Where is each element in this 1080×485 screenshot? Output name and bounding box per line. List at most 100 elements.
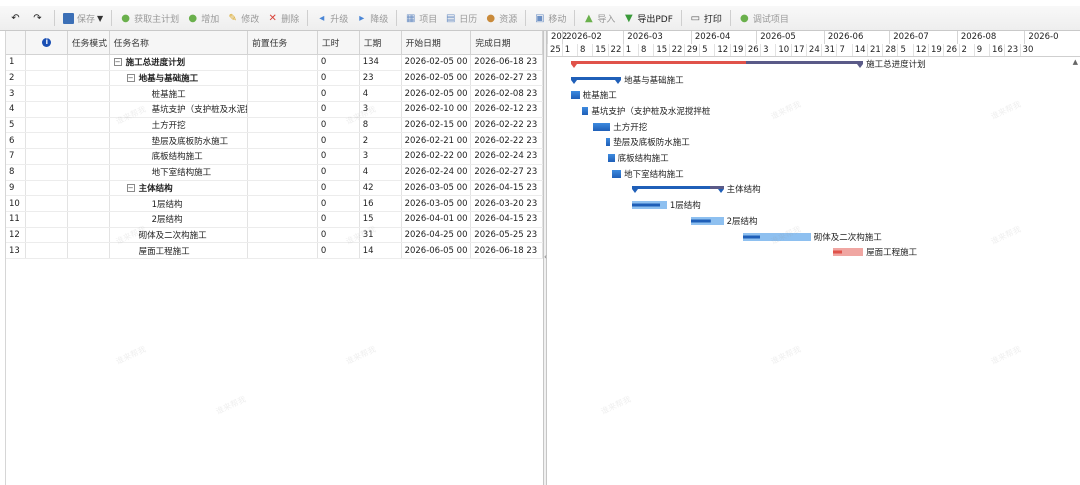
- resource-button[interactable]: ● 资源: [481, 8, 521, 28]
- import-button[interactable]: ▲ 导入: [579, 8, 619, 28]
- row-task-name[interactable]: 底板结构施工: [110, 149, 249, 164]
- row-work[interactable]: 0: [318, 55, 360, 70]
- row-duration[interactable]: 16: [360, 196, 402, 211]
- row-task-mode[interactable]: [68, 227, 110, 243]
- print-button[interactable]: ▭ 打印: [686, 8, 726, 28]
- row-work[interactable]: 0: [318, 196, 360, 211]
- gantt-summary-bar[interactable]: [632, 186, 724, 190]
- row-predecessor[interactable]: [248, 86, 318, 102]
- save-button[interactable]: 保存 ▼: [59, 8, 107, 28]
- header-task-name[interactable]: 任务名称: [110, 31, 249, 54]
- row-end-date[interactable]: 2026-06-18 23: [471, 55, 543, 70]
- row-end-date[interactable]: 2026-02-24 23: [471, 149, 543, 164]
- row-start-date[interactable]: 2026-02-05 00: [402, 55, 472, 70]
- row-task-name[interactable]: − 地基与基础施工: [110, 70, 249, 86]
- row-predecessor[interactable]: [248, 164, 318, 180]
- row-task-mode[interactable]: [68, 55, 110, 70]
- gantt-task-bar[interactable]: [592, 122, 611, 131]
- row-start-date[interactable]: 2026-04-01 00: [402, 211, 472, 227]
- row-start-date[interactable]: 2026-03-05 00: [402, 180, 472, 196]
- gantt-task-bar[interactable]: [632, 201, 667, 210]
- header-end-date[interactable]: 完成日期: [471, 31, 543, 54]
- row-task-mode[interactable]: [68, 117, 110, 133]
- gantt-task-bar[interactable]: [570, 91, 580, 100]
- downgrade-button[interactable]: ▸ 降级: [352, 8, 392, 28]
- table-row[interactable]: 1 − 施工总进度计划 0 134 2026-02-05 00 2026-06-18 23: [6, 55, 543, 71]
- header-work[interactable]: 工时: [318, 31, 360, 54]
- row-predecessor[interactable]: [248, 117, 318, 133]
- row-predecessor[interactable]: [248, 133, 318, 149]
- collapse-toggle-icon[interactable]: −: [126, 74, 135, 83]
- add-button[interactable]: ● 增加: [183, 8, 223, 28]
- row-task-name[interactable]: − 施工总进度计划: [110, 55, 249, 70]
- row-start-date[interactable]: 2026-02-05 00: [402, 86, 472, 102]
- scroll-up-icon[interactable]: ▲: [1073, 58, 1078, 66]
- row-end-date[interactable]: 2026-02-22 23: [471, 133, 543, 149]
- gantt-task-bar[interactable]: [612, 169, 622, 178]
- row-task-mode[interactable]: [68, 70, 110, 86]
- row-task-mode[interactable]: [68, 211, 110, 227]
- row-start-date[interactable]: 2026-04-25 00: [402, 227, 472, 243]
- delete-button[interactable]: ✕ 删除: [263, 8, 303, 28]
- row-start-date[interactable]: 2026-02-22 00: [402, 149, 472, 164]
- table-row[interactable]: 3 桩基施工 0 4 2026-02-05 00 2026-02-08 23: [6, 86, 543, 103]
- gantt-task-bar[interactable]: [608, 154, 615, 163]
- collapse-toggle-icon[interactable]: −: [113, 58, 122, 67]
- row-end-date[interactable]: 2026-02-08 23: [471, 86, 543, 102]
- row-duration[interactable]: 42: [360, 180, 402, 196]
- row-duration[interactable]: 134: [360, 55, 402, 70]
- table-row[interactable]: 5 土方开挖 0 8 2026-02-15 00 2026-02-22 23: [6, 117, 543, 134]
- table-row[interactable]: 2 − 地基与基础施工 0 23 2026-02-05 00 2026-02-27 23: [6, 70, 543, 87]
- export-pdf-button[interactable]: ▼ 导出PDF: [619, 8, 677, 28]
- project-button[interactable]: ▦ 项目: [401, 8, 441, 28]
- row-predecessor[interactable]: [248, 149, 318, 164]
- row-predecessor[interactable]: [248, 70, 318, 86]
- row-predecessor[interactable]: [248, 102, 318, 117]
- gantt-task-bar[interactable]: [832, 248, 864, 257]
- row-predecessor[interactable]: [248, 196, 318, 211]
- debug-project-button[interactable]: ● 调试项目: [735, 8, 793, 28]
- row-end-date[interactable]: 2026-04-15 23: [471, 211, 543, 227]
- row-end-date[interactable]: 2026-06-18 23: [471, 243, 543, 258]
- header-predecessor[interactable]: 前置任务: [248, 31, 318, 54]
- row-predecessor[interactable]: [248, 55, 318, 70]
- get-master-plan-button[interactable]: ● 获取主计划: [116, 8, 183, 28]
- row-task-mode[interactable]: [68, 243, 110, 258]
- table-row[interactable]: 12 砌体及二次构施工 0 31 2026-04-25 00 2026-05-25 23: [6, 227, 543, 244]
- row-start-date[interactable]: 2026-06-05 00: [402, 243, 472, 258]
- table-row[interactable]: 8 地下室结构施工 0 4 2026-02-24 00 2026-02-27 23: [6, 164, 543, 181]
- row-work[interactable]: 0: [318, 180, 360, 196]
- row-work[interactable]: 0: [318, 211, 360, 227]
- row-task-name[interactable]: 桩基施工: [110, 86, 249, 102]
- row-start-date[interactable]: 2026-03-05 00: [402, 196, 472, 211]
- redo-button[interactable]: ↷: [28, 8, 50, 28]
- row-task-name[interactable]: − 主体结构: [110, 180, 249, 196]
- row-work[interactable]: 0: [318, 164, 360, 180]
- header-duration[interactable]: 工期: [360, 31, 402, 54]
- collapse-toggle-icon[interactable]: −: [126, 183, 135, 192]
- chevron-down-icon[interactable]: ▼: [97, 14, 103, 23]
- move-button[interactable]: ▣ 移动: [530, 8, 570, 28]
- gantt-summary-bar[interactable]: [570, 76, 622, 80]
- table-row[interactable]: 13 屋面工程施工 0 14 2026-06-05 00 2026-06-18 23: [6, 243, 543, 259]
- row-predecessor[interactable]: [248, 227, 318, 243]
- calendar-button[interactable]: ▤ 日历: [441, 8, 481, 28]
- row-task-mode[interactable]: [68, 149, 110, 164]
- row-duration[interactable]: 3: [360, 149, 402, 164]
- table-row[interactable]: 9 − 主体结构 0 42 2026-03-05 00 2026-04-15 23: [6, 180, 543, 197]
- row-work[interactable]: 0: [318, 243, 360, 258]
- undo-button[interactable]: ↶: [6, 8, 28, 28]
- row-duration[interactable]: 15: [360, 211, 402, 227]
- row-start-date[interactable]: 2026-02-21 00: [402, 133, 472, 149]
- row-duration[interactable]: 23: [360, 70, 402, 86]
- row-task-name[interactable]: 1层结构: [110, 196, 249, 211]
- row-task-mode[interactable]: [68, 196, 110, 211]
- table-row[interactable]: 11 2层结构 0 15 2026-04-01 00 2026-04-15 23: [6, 211, 543, 228]
- table-row[interactable]: 7 底板结构施工 0 3 2026-02-22 00 2026-02-24 23: [6, 149, 543, 165]
- row-duration[interactable]: 8: [360, 117, 402, 133]
- row-duration[interactable]: 4: [360, 86, 402, 102]
- gantt-task-bar[interactable]: [690, 216, 724, 225]
- table-row[interactable]: 10 1层结构 0 16 2026-03-05 00 2026-03-20 23: [6, 196, 543, 212]
- row-start-date[interactable]: 2026-02-15 00: [402, 117, 472, 133]
- row-task-mode[interactable]: [68, 164, 110, 180]
